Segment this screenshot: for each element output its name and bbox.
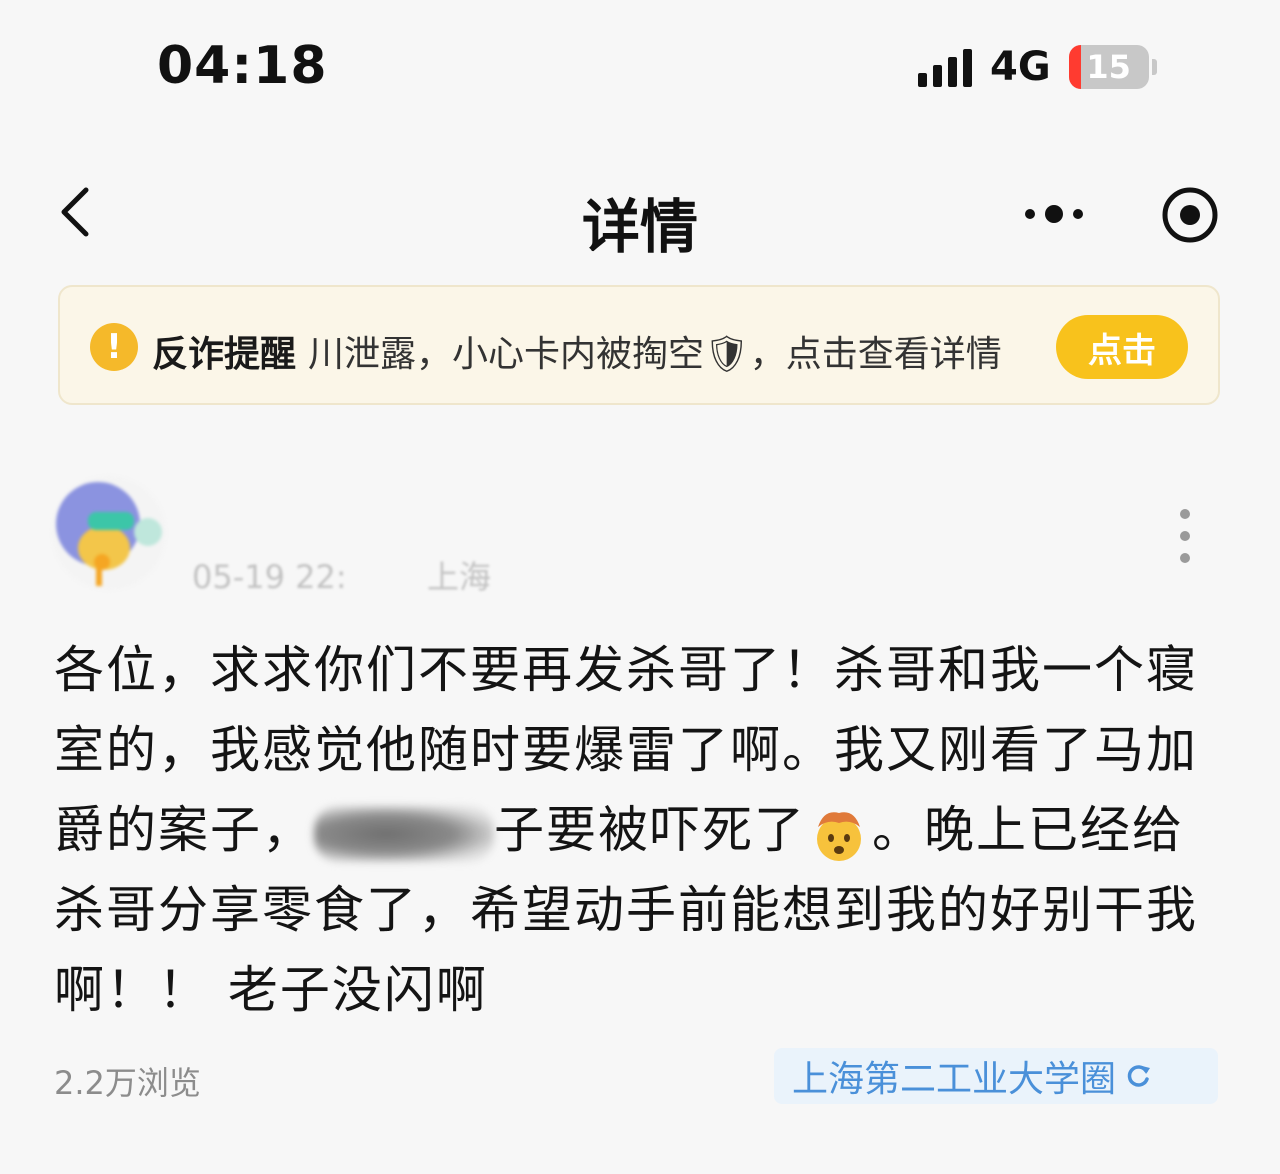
refresh-icon [1127,1065,1151,1087]
post-detail-page: 04:18 4G 15 详情 ! 反诈提醒 川泄露，小心卡内被掏空🛡，点击查看详… [0,0,1280,1174]
circle-tag[interactable]: 上海第二工业大学圈 [774,1048,1218,1104]
anti-fraud-banner[interactable]: ! 反诈提醒 川泄露，小心卡内被掏空🛡，点击查看详情 点击 [58,285,1220,405]
redacted-text [314,805,494,862]
status-indicators: 4G 15 [918,44,1157,90]
post-menu-icon[interactable] [1172,506,1198,566]
battery-tip [1151,59,1157,75]
avatar[interactable] [52,476,166,590]
avatar-illustration [56,482,162,586]
banner-title: 反诈提醒 [152,334,297,375]
battery-icon: 15 [1068,45,1149,89]
battery-level: 15 [1086,48,1131,86]
page-title: 详情 [581,193,698,261]
banner-click-button[interactable]: 点击 [1056,315,1188,379]
close-miniprogram-icon[interactable] [1160,185,1220,245]
post-meta: 05-19 22: 上海 [192,552,491,598]
post-text-part2: 子要被吓死了 [494,801,806,859]
post-date: 05-19 22: [192,558,347,596]
status-time: 04:18 [157,36,328,96]
network-type: 4G [990,44,1051,90]
view-count: 2.2万浏览 [54,1064,201,1102]
warning-icon: ! [90,323,138,371]
post-location: 上海 [427,558,492,596]
post-content: 各位，求求你们不要再发杀哥了！杀哥和我一个寝室的，我感觉他随时要爆雷了啊。我又刚… [54,630,1214,1030]
signal-icon [918,47,972,87]
more-options-icon[interactable] [1022,200,1086,228]
exploding-head-emoji-icon [817,811,861,861]
circle-name: 上海第二工业大学圈 [792,1059,1117,1100]
banner-message: 川泄露，小心卡内被掏空🛡，点击查看详情 [308,334,1002,375]
